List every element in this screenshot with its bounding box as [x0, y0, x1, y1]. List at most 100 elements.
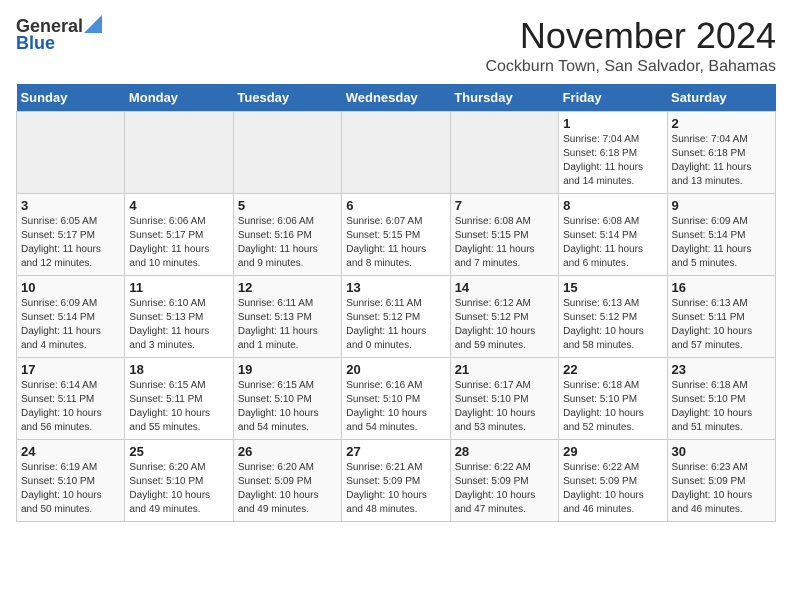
day-number: 11 — [129, 280, 228, 295]
calendar-cell: 26 Sunrise: 6:20 AM Sunset: 5:09 PM Dayli… — [233, 439, 341, 521]
day-info: Sunrise: 6:19 AM Sunset: 5:10 PM Dayligh… — [21, 461, 120, 517]
day-number: 27 — [346, 444, 445, 459]
day-number: 18 — [129, 362, 228, 377]
week-row-4: 17 Sunrise: 6:14 AM Sunset: 5:11 PM Dayli… — [17, 357, 776, 439]
calendar-cell: 28Sunrise: 6:22 AM Sunset: 5:09 PM Dayli… — [450, 439, 558, 521]
calendar-cell: 8 Sunrise: 6:08 AM Sunset: 5:14 PM Daylig… — [559, 193, 667, 275]
calendar-cell — [342, 111, 450, 193]
day-number: 16 — [672, 280, 771, 295]
day-info: Sunrise: 6:16 AM Sunset: 5:10 PM Dayligh… — [346, 379, 445, 435]
calendar-cell: 10 Sunrise: 6:09 AM Sunset: 5:14 PM Dayli… — [17, 275, 125, 357]
calendar-cell: 3 Sunrise: 6:05 AM Sunset: 5:17 PM Daylig… — [17, 193, 125, 275]
day-info: Sunrise: 6:13 AM Sunset: 5:11 PM Dayligh… — [672, 297, 771, 353]
calendar-cell — [233, 111, 341, 193]
header-row: SundayMondayTuesdayWednesdayThursdayFrid… — [17, 84, 776, 112]
calendar-cell: 16 Sunrise: 6:13 AM Sunset: 5:11 PM Dayli… — [667, 275, 775, 357]
day-number: 24 — [21, 444, 120, 459]
day-info: Sunrise: 6:18 AM Sunset: 5:10 PM Dayligh… — [563, 379, 662, 435]
logo: General Blue — [16, 16, 102, 54]
calendar-cell: 30 Sunrise: 6:23 AM Sunset: 5:09 PM Dayli… — [667, 439, 775, 521]
calendar-cell: 5 Sunrise: 6:06 AM Sunset: 5:16 PM Daylig… — [233, 193, 341, 275]
calendar-cell: 2Sunrise: 7:04 AM Sunset: 6:18 PM Daylig… — [667, 111, 775, 193]
calendar-cell: 13 Sunrise: 6:11 AM Sunset: 5:12 PM Dayli… — [342, 275, 450, 357]
day-info: Sunrise: 6:20 AM Sunset: 5:10 PM Dayligh… — [129, 461, 228, 517]
calendar-cell: 12 Sunrise: 6:11 AM Sunset: 5:13 PM Dayli… — [233, 275, 341, 357]
day-number: 3 — [21, 198, 120, 213]
day-header-monday: Monday — [125, 84, 233, 112]
calendar-cell — [125, 111, 233, 193]
day-number: 21 — [455, 362, 554, 377]
day-info: Sunrise: 6:23 AM Sunset: 5:09 PM Dayligh… — [672, 461, 771, 517]
day-number: 20 — [346, 362, 445, 377]
day-info: Sunrise: 6:09 AM Sunset: 5:14 PM Dayligh… — [21, 297, 120, 353]
day-info: Sunrise: 6:11 AM Sunset: 5:12 PM Dayligh… — [346, 297, 445, 353]
day-number: 12 — [238, 280, 337, 295]
day-number: 30 — [672, 444, 771, 459]
day-info: Sunrise: 7:04 AM Sunset: 6:18 PM Dayligh… — [563, 133, 662, 189]
calendar-cell — [17, 111, 125, 193]
day-info: Sunrise: 6:21 AM Sunset: 5:09 PM Dayligh… — [346, 461, 445, 517]
month-title: November 2024 — [485, 16, 776, 56]
day-info: Sunrise: 6:09 AM Sunset: 5:14 PM Dayligh… — [672, 215, 771, 271]
calendar-cell: 4Sunrise: 6:06 AM Sunset: 5:17 PM Daylig… — [125, 193, 233, 275]
calendar-cell: 1 Sunrise: 7:04 AM Sunset: 6:18 PM Daylig… — [559, 111, 667, 193]
day-info: Sunrise: 6:15 AM Sunset: 5:10 PM Dayligh… — [238, 379, 337, 435]
day-number: 19 — [238, 362, 337, 377]
week-row-2: 3 Sunrise: 6:05 AM Sunset: 5:17 PM Daylig… — [17, 193, 776, 275]
day-header-thursday: Thursday — [450, 84, 558, 112]
page-header: General Blue November 2024 Cockburn Town… — [16, 16, 776, 76]
day-number: 8 — [563, 198, 662, 213]
day-number: 25 — [129, 444, 228, 459]
day-number: 17 — [21, 362, 120, 377]
day-info: Sunrise: 6:20 AM Sunset: 5:09 PM Dayligh… — [238, 461, 337, 517]
calendar-table: SundayMondayTuesdayWednesdayThursdayFrid… — [16, 84, 776, 522]
day-info: Sunrise: 6:05 AM Sunset: 5:17 PM Dayligh… — [21, 215, 120, 271]
calendar-cell: 9 Sunrise: 6:09 AM Sunset: 5:14 PM Daylig… — [667, 193, 775, 275]
logo-blue-text: Blue — [16, 33, 55, 54]
day-info: Sunrise: 6:22 AM Sunset: 5:09 PM Dayligh… — [455, 461, 554, 517]
calendar-cell: 24 Sunrise: 6:19 AM Sunset: 5:10 PM Dayli… — [17, 439, 125, 521]
day-info: Sunrise: 6:08 AM Sunset: 5:14 PM Dayligh… — [563, 215, 662, 271]
day-number: 15 — [563, 280, 662, 295]
day-header-friday: Friday — [559, 84, 667, 112]
day-number: 7 — [455, 198, 554, 213]
calendar-cell: 15 Sunrise: 6:13 AM Sunset: 5:12 PM Dayli… — [559, 275, 667, 357]
day-info: Sunrise: 6:06 AM Sunset: 5:16 PM Dayligh… — [238, 215, 337, 271]
day-number: 22 — [563, 362, 662, 377]
calendar-cell: 22 Sunrise: 6:18 AM Sunset: 5:10 PM Dayli… — [559, 357, 667, 439]
day-number: 1 — [563, 116, 662, 131]
day-info: Sunrise: 6:14 AM Sunset: 5:11 PM Dayligh… — [21, 379, 120, 435]
day-number: 5 — [238, 198, 337, 213]
day-header-saturday: Saturday — [667, 84, 775, 112]
calendar-cell: 7Sunrise: 6:08 AM Sunset: 5:15 PM Daylig… — [450, 193, 558, 275]
calendar-cell — [450, 111, 558, 193]
calendar-cell: 27 Sunrise: 6:21 AM Sunset: 5:09 PM Dayli… — [342, 439, 450, 521]
location-title: Cockburn Town, San Salvador, Bahamas — [485, 58, 776, 76]
calendar-cell: 11Sunrise: 6:10 AM Sunset: 5:13 PM Dayli… — [125, 275, 233, 357]
day-info: Sunrise: 7:04 AM Sunset: 6:18 PM Dayligh… — [672, 133, 771, 189]
day-number: 13 — [346, 280, 445, 295]
week-row-5: 24 Sunrise: 6:19 AM Sunset: 5:10 PM Dayli… — [17, 439, 776, 521]
day-info: Sunrise: 6:13 AM Sunset: 5:12 PM Dayligh… — [563, 297, 662, 353]
day-number: 10 — [21, 280, 120, 295]
day-number: 26 — [238, 444, 337, 459]
calendar-cell: 21 Sunrise: 6:17 AM Sunset: 5:10 PM Dayli… — [450, 357, 558, 439]
logo-triangle-icon — [84, 15, 102, 33]
day-info: Sunrise: 6:17 AM Sunset: 5:10 PM Dayligh… — [455, 379, 554, 435]
title-section: November 2024 Cockburn Town, San Salvado… — [485, 16, 776, 76]
day-number: 6 — [346, 198, 445, 213]
day-number: 23 — [672, 362, 771, 377]
day-info: Sunrise: 6:18 AM Sunset: 5:10 PM Dayligh… — [672, 379, 771, 435]
calendar-cell: 25 Sunrise: 6:20 AM Sunset: 5:10 PM Dayli… — [125, 439, 233, 521]
calendar-cell: 14Sunrise: 6:12 AM Sunset: 5:12 PM Dayli… — [450, 275, 558, 357]
day-info: Sunrise: 6:07 AM Sunset: 5:15 PM Dayligh… — [346, 215, 445, 271]
calendar-cell: 17 Sunrise: 6:14 AM Sunset: 5:11 PM Dayli… — [17, 357, 125, 439]
calendar-cell: 23 Sunrise: 6:18 AM Sunset: 5:10 PM Dayli… — [667, 357, 775, 439]
day-number: 4 — [129, 198, 228, 213]
calendar-cell: 29 Sunrise: 6:22 AM Sunset: 5:09 PM Dayli… — [559, 439, 667, 521]
day-number: 29 — [563, 444, 662, 459]
calendar-cell: 19 Sunrise: 6:15 AM Sunset: 5:10 PM Dayli… — [233, 357, 341, 439]
day-info: Sunrise: 6:11 AM Sunset: 5:13 PM Dayligh… — [238, 297, 337, 353]
day-number: 9 — [672, 198, 771, 213]
day-info: Sunrise: 6:22 AM Sunset: 5:09 PM Dayligh… — [563, 461, 662, 517]
